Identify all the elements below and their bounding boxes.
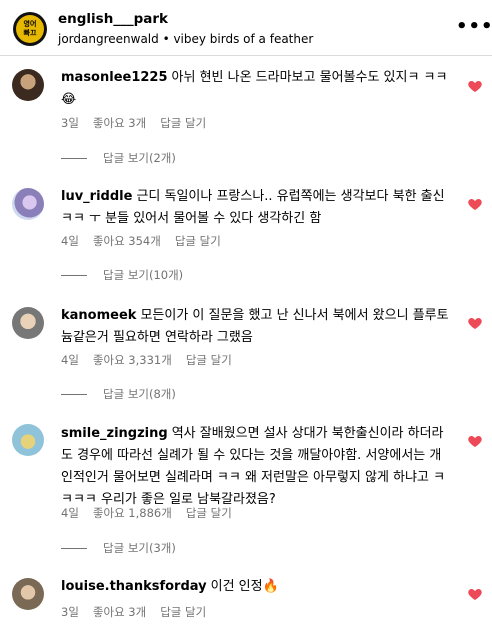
view-replies-button[interactable]: 답글 보기(2개) bbox=[61, 150, 176, 166]
replies-divider bbox=[61, 274, 87, 276]
comment-text: 이건 인정🔥 bbox=[210, 579, 279, 594]
like-heart-icon[interactable] bbox=[467, 586, 483, 602]
like-heart-icon[interactable] bbox=[467, 315, 483, 331]
reply-button[interactable]: 답글 달기 bbox=[160, 605, 206, 619]
post-header: 영어 빠끄 english___park jordangreenwald • v… bbox=[0, 0, 492, 56]
comment-username[interactable]: louise.thanksforday bbox=[61, 579, 207, 594]
avatar-badge-text-1: 영어 bbox=[23, 20, 37, 28]
comment-username[interactable]: kanomeek bbox=[61, 308, 136, 323]
view-replies-label: 답글 보기(8개) bbox=[103, 387, 176, 401]
comment-time: 4일 bbox=[61, 353, 79, 367]
comment-body: louise.thanksforday 이건 인정🔥 bbox=[61, 576, 449, 598]
comment-username[interactable]: masonlee1225 bbox=[61, 70, 168, 85]
view-replies-button[interactable]: 답글 보기(8개) bbox=[61, 386, 176, 402]
view-replies-button[interactable]: 답글 보기(10개) bbox=[61, 267, 183, 283]
comment-meta: 4일 좋아요 3,331개 답글 달기 bbox=[61, 352, 246, 368]
commenter-avatar[interactable] bbox=[12, 188, 44, 220]
like-heart-icon[interactable] bbox=[467, 196, 483, 212]
comment-likes[interactable]: 좋아요 3개 bbox=[93, 605, 146, 619]
comment-likes[interactable]: 좋아요 3개 bbox=[93, 116, 146, 130]
comment-body: luv_riddle 근디 독일이나 프랑스나.. 유럽쪽에는 생각보다 북한 출… bbox=[61, 186, 449, 230]
reply-button[interactable]: 답글 달기 bbox=[186, 506, 232, 520]
comment-meta: 3일 좋아요 3개 답글 달기 bbox=[61, 115, 220, 131]
comment-time: 3일 bbox=[61, 116, 79, 130]
commenter-avatar[interactable] bbox=[12, 69, 44, 101]
audio-subtitle[interactable]: jordangreenwald • vibey birds of a feath… bbox=[58, 32, 313, 46]
avatar-badge-text-2: 빠끄 bbox=[23, 29, 37, 37]
account-avatar[interactable]: 영어 빠끄 bbox=[13, 12, 47, 46]
replies-divider bbox=[61, 393, 87, 395]
comment-body: smile_zingzing 역사 잘배웠으면 설사 상대가 북한출신이라 하더라… bbox=[61, 423, 449, 511]
view-replies-button[interactable]: 답글 보기(3개) bbox=[61, 540, 176, 556]
comment-username[interactable]: luv_riddle bbox=[61, 189, 132, 204]
comment-likes[interactable]: 좋아요 1,886개 bbox=[93, 506, 172, 520]
comment-likes[interactable]: 좋아요 354개 bbox=[93, 234, 161, 248]
view-replies-label: 답글 보기(10개) bbox=[103, 268, 184, 282]
more-options-icon[interactable]: ••• bbox=[456, 16, 492, 37]
comment-body: masonlee1225 아뉘 현빈 나온 드라마보고 물어볼수도 있지ㅋ ㅋㅋ😂 bbox=[61, 67, 449, 111]
comment-meta: 3일 좋아요 3개 답글 달기 bbox=[61, 604, 220, 620]
account-name[interactable]: english___park bbox=[58, 11, 168, 27]
reply-button[interactable]: 답글 달기 bbox=[186, 353, 232, 367]
commenter-avatar[interactable] bbox=[12, 307, 44, 339]
commenter-avatar[interactable] bbox=[12, 424, 44, 456]
comment-time: 4일 bbox=[61, 506, 79, 520]
view-replies-label: 답글 보기(2개) bbox=[103, 151, 176, 165]
view-replies-label: 답글 보기(3개) bbox=[103, 541, 176, 555]
comment-time: 4일 bbox=[61, 234, 79, 248]
replies-divider bbox=[61, 547, 87, 549]
comment-meta: 4일 좋아요 354개 답글 달기 bbox=[61, 233, 235, 249]
like-heart-icon[interactable] bbox=[467, 78, 483, 94]
reply-button[interactable]: 답글 달기 bbox=[160, 116, 206, 130]
comment-time: 3일 bbox=[61, 605, 79, 619]
comment-likes[interactable]: 좋아요 3,331개 bbox=[93, 353, 172, 367]
comment-body: kanomeek 모든이가 이 질문을 했고 난 신나서 북에서 왔으니 플루토늄… bbox=[61, 305, 449, 349]
reply-button[interactable]: 답글 달기 bbox=[175, 234, 221, 248]
comment-meta: 4일 좋아요 1,886개 답글 달기 bbox=[61, 505, 246, 521]
replies-divider bbox=[61, 157, 87, 159]
comment-username[interactable]: smile_zingzing bbox=[61, 426, 168, 441]
like-heart-icon[interactable] bbox=[467, 433, 483, 449]
commenter-avatar[interactable] bbox=[12, 578, 44, 610]
